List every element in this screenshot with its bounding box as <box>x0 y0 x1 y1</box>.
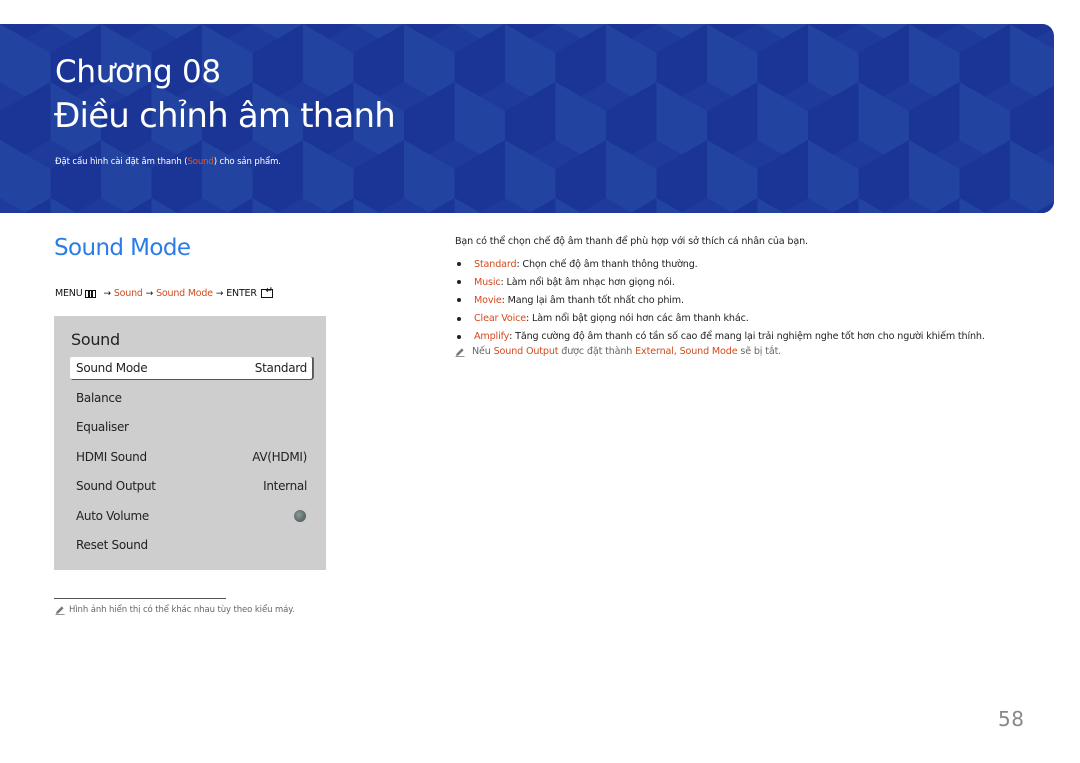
chapter-banner: Chương 08 Điều chỉnh âm thanh Đặt cấu hì… <box>0 24 1054 213</box>
menu-path-sound-mode: Sound Mode <box>156 288 213 299</box>
enter-icon <box>260 286 273 298</box>
arrow-icon: → <box>145 288 154 299</box>
menu-path-sound: Sound <box>113 288 143 299</box>
menu-item-auto-volume[interactable]: Auto Volume <box>70 505 312 527</box>
note-term-sound-output: Sound Output <box>493 346 559 357</box>
list-item: Clear Voice: Làm nổi bật giọng nói hơn c… <box>455 310 985 328</box>
list-item: Standard: Chọn chế độ âm thanh thông thư… <box>455 255 985 273</box>
list-item: Music: Làm nổi bật âm nhạc hơn giọng nói… <box>455 273 985 291</box>
chapter-number: Chương 08 <box>55 54 221 90</box>
toggle-indicator-icon[interactable] <box>294 509 306 522</box>
list-item-desc: : Làm nổi bật âm nhạc hơn giọng nói. <box>500 276 675 288</box>
note-text: được đặt thành <box>558 346 636 357</box>
menu-item-label: Sound Output <box>76 479 156 493</box>
bullet-icon <box>457 262 461 267</box>
menu-item-value: Internal <box>263 479 307 493</box>
chapter-title: Điều chỉnh âm thanh <box>54 96 396 136</box>
arrow-icon: → <box>103 288 111 299</box>
list-item-term: Standard <box>474 258 517 270</box>
menu-item-label: Reset Sound <box>76 538 148 552</box>
footnote-text: Hình ảnh hiển thị có thể khác nhau tùy t… <box>69 605 295 615</box>
list-item-term: Amplify <box>474 331 510 343</box>
chapter-description: Đặt cấu hình cài đặt âm thanh (Sound) ch… <box>55 157 281 167</box>
bullet-icon <box>457 334 461 339</box>
menu-item-value: Standard <box>254 361 308 375</box>
menu-item-label: Auto Volume <box>76 508 150 523</box>
description-text: Đặt cấu hình cài đặt âm thanh ( <box>55 157 188 167</box>
list-item-term: Movie <box>474 294 502 306</box>
list-item-term: Clear Voice <box>474 313 527 325</box>
arrow-icon: → <box>215 288 224 299</box>
description-text-end: ) cho sản phẩm. <box>213 157 281 167</box>
menu-item-label: Equaliser <box>76 420 129 434</box>
menu-item-label: Sound Mode <box>76 361 148 375</box>
list-item: Movie: Mang lại âm thanh tốt nhất cho ph… <box>455 291 985 309</box>
menu-item-hdmi-sound[interactable]: HDMI Sound AV(HDMI) <box>70 446 312 468</box>
list-item-desc: : Làm nổi bật giọng nói hơn các âm thanh… <box>526 313 749 325</box>
menu-path: MENU → Sound → Sound Mode → ENTER <box>55 286 273 299</box>
menu-item-label: Balance <box>76 390 122 405</box>
note-term-external: External <box>635 346 674 357</box>
note-text: sẽ bị tắt. <box>737 346 782 357</box>
enter-label: ENTER <box>226 288 257 299</box>
list-item-desc: : Tăng cường độ âm thanh có tần số cao đ… <box>509 331 985 343</box>
pencil-icon <box>455 347 465 357</box>
menu-label: MENU <box>55 288 83 299</box>
list-item-desc: : Chọn chế độ âm thanh thông thường. <box>516 258 698 270</box>
menu-item-label: HDMI Sound <box>76 449 147 464</box>
list-item-desc: : Mang lại âm thanh tốt nhất cho phim. <box>501 294 684 306</box>
intro-text: Bạn có thể chọn chế độ âm thanh để phù h… <box>455 236 808 247</box>
menu-item-value: AV(HDMI) <box>252 449 307 464</box>
footnote-divider <box>54 598 226 599</box>
description-highlight: Sound <box>187 157 214 167</box>
list-item-term: Music <box>474 276 501 288</box>
footnote: Hình ảnh hiển thị có thể khác nhau tùy t… <box>55 605 295 615</box>
panel-title: Sound <box>71 330 120 349</box>
menu-item-reset-sound[interactable]: Reset Sound <box>70 534 312 556</box>
menu-item-equaliser[interactable]: Equaliser <box>70 416 312 438</box>
bullet-icon <box>457 316 461 321</box>
menu-icon <box>85 289 97 298</box>
note-term-sound-mode: Sound Mode <box>679 346 738 357</box>
page-number: 58 <box>998 707 1025 731</box>
bullet-icon <box>457 298 461 303</box>
sound-mode-list: Standard: Chọn chế độ âm thanh thông thư… <box>455 255 985 346</box>
section-title: Sound Mode <box>54 235 191 261</box>
note-text: Nếu <box>472 346 494 357</box>
menu-item-balance[interactable]: Balance <box>70 387 312 409</box>
menu-item-sound-mode[interactable]: Sound Mode Standard <box>70 357 312 379</box>
pencil-icon <box>55 606 65 615</box>
bullet-icon <box>457 280 461 285</box>
sound-menu-panel: Sound Sound Mode Standard Balance Equali… <box>54 316 326 570</box>
menu-item-sound-output[interactable]: Sound Output Internal <box>70 475 312 497</box>
list-item: Amplify: Tăng cường độ âm thanh có tần s… <box>455 328 985 346</box>
note: Nếu Sound Output được đặt thành External… <box>455 346 781 357</box>
